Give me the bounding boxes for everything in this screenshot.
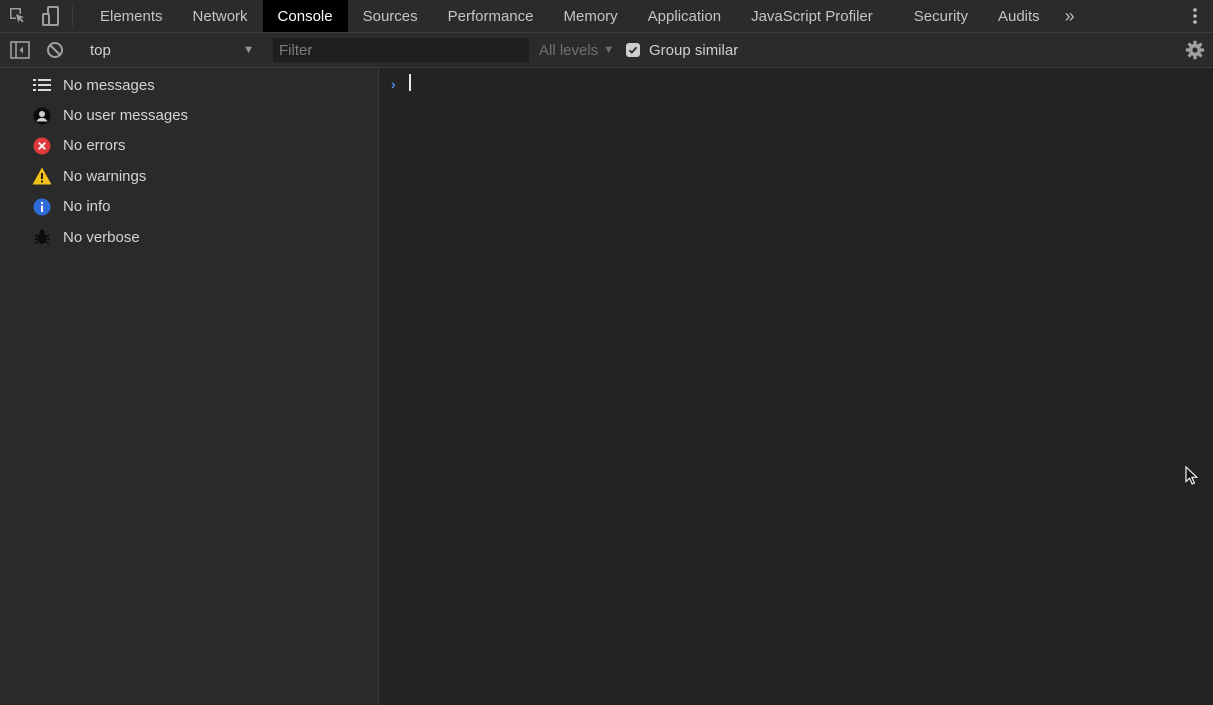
more-tabs-icon[interactable]: »	[1055, 0, 1085, 32]
sidebar-item-label: No info	[63, 198, 111, 216]
filter-input[interactable]	[273, 38, 529, 62]
tab-sources[interactable]: Sources	[348, 0, 433, 32]
group-similar-toggle[interactable]: Group similar	[626, 33, 738, 67]
sidebar-item-warnings[interactable]: No warnings	[0, 161, 378, 191]
sidebar-item-messages[interactable]: No messages	[0, 70, 378, 100]
tab-application[interactable]: Application	[633, 0, 736, 32]
sidebar-item-user-messages[interactable]: No user messages	[0, 100, 378, 130]
sidebar-item-label: No warnings	[63, 167, 147, 185]
console-prompt-icon: ›	[391, 76, 396, 92]
tab-console[interactable]: Console	[262, 0, 348, 32]
tab-elements[interactable]: Elements	[85, 0, 178, 32]
sidebar-item-info[interactable]: No info	[0, 192, 378, 222]
text-caret	[409, 74, 411, 91]
error-icon	[31, 135, 53, 157]
log-levels-dropdown[interactable]: All levels ▼	[539, 33, 614, 67]
tab-memory[interactable]: Memory	[549, 0, 633, 32]
group-similar-label: Group similar	[649, 41, 739, 59]
list-icon	[31, 74, 53, 96]
tab-security[interactable]: Security	[899, 0, 983, 32]
console-output-area[interactable]: ›	[379, 68, 1213, 705]
log-levels-label: All levels	[539, 41, 599, 59]
sidebar-item-verbose[interactable]: No verbose	[0, 222, 378, 252]
chevron-down-icon: ▼	[603, 44, 615, 56]
sidebar-item-label: No user messages	[63, 107, 189, 125]
devtools-tab-bar: Elements Network Console Sources Perform…	[0, 0, 1213, 33]
clear-console-icon[interactable]	[44, 33, 66, 67]
sidebar-item-errors[interactable]: No errors	[0, 131, 378, 161]
kebab-menu-icon[interactable]	[1177, 0, 1213, 32]
info-icon	[31, 196, 53, 218]
warning-icon	[31, 165, 53, 187]
gear-icon[interactable]	[1185, 33, 1205, 67]
console-toolbar: top ▼ All levels ▼ Group similar	[0, 33, 1213, 68]
execution-context-value: top	[90, 41, 111, 59]
tab-performance[interactable]: Performance	[433, 0, 549, 32]
sidebar-item-label: No errors	[63, 137, 126, 155]
bug-icon	[31, 226, 53, 248]
sidebar-item-label: No messages	[63, 76, 155, 94]
user-icon	[31, 105, 53, 127]
tab-bar-spacer	[1085, 0, 1177, 32]
toolbar-divider	[72, 6, 73, 26]
inspect-element-icon[interactable]	[0, 0, 34, 32]
group-similar-checkbox[interactable]	[626, 43, 640, 57]
sidebar-toggle-icon[interactable]	[8, 33, 32, 67]
sidebar-item-label: No verbose	[63, 228, 140, 246]
device-toolbar-icon[interactable]	[34, 0, 68, 32]
tab-javascript-profiler[interactable]: JavaScript Profiler	[736, 0, 899, 32]
tab-network[interactable]: Network	[178, 0, 263, 32]
console-sidebar: No messages No user messages No errors N…	[0, 68, 379, 705]
chevron-down-icon: ▼	[243, 44, 254, 56]
execution-context-select[interactable]: top ▼	[78, 37, 260, 63]
tab-audits[interactable]: Audits	[983, 0, 1055, 32]
checkmark-icon	[628, 46, 638, 54]
mouse-pointer-icon	[1185, 465, 1199, 491]
